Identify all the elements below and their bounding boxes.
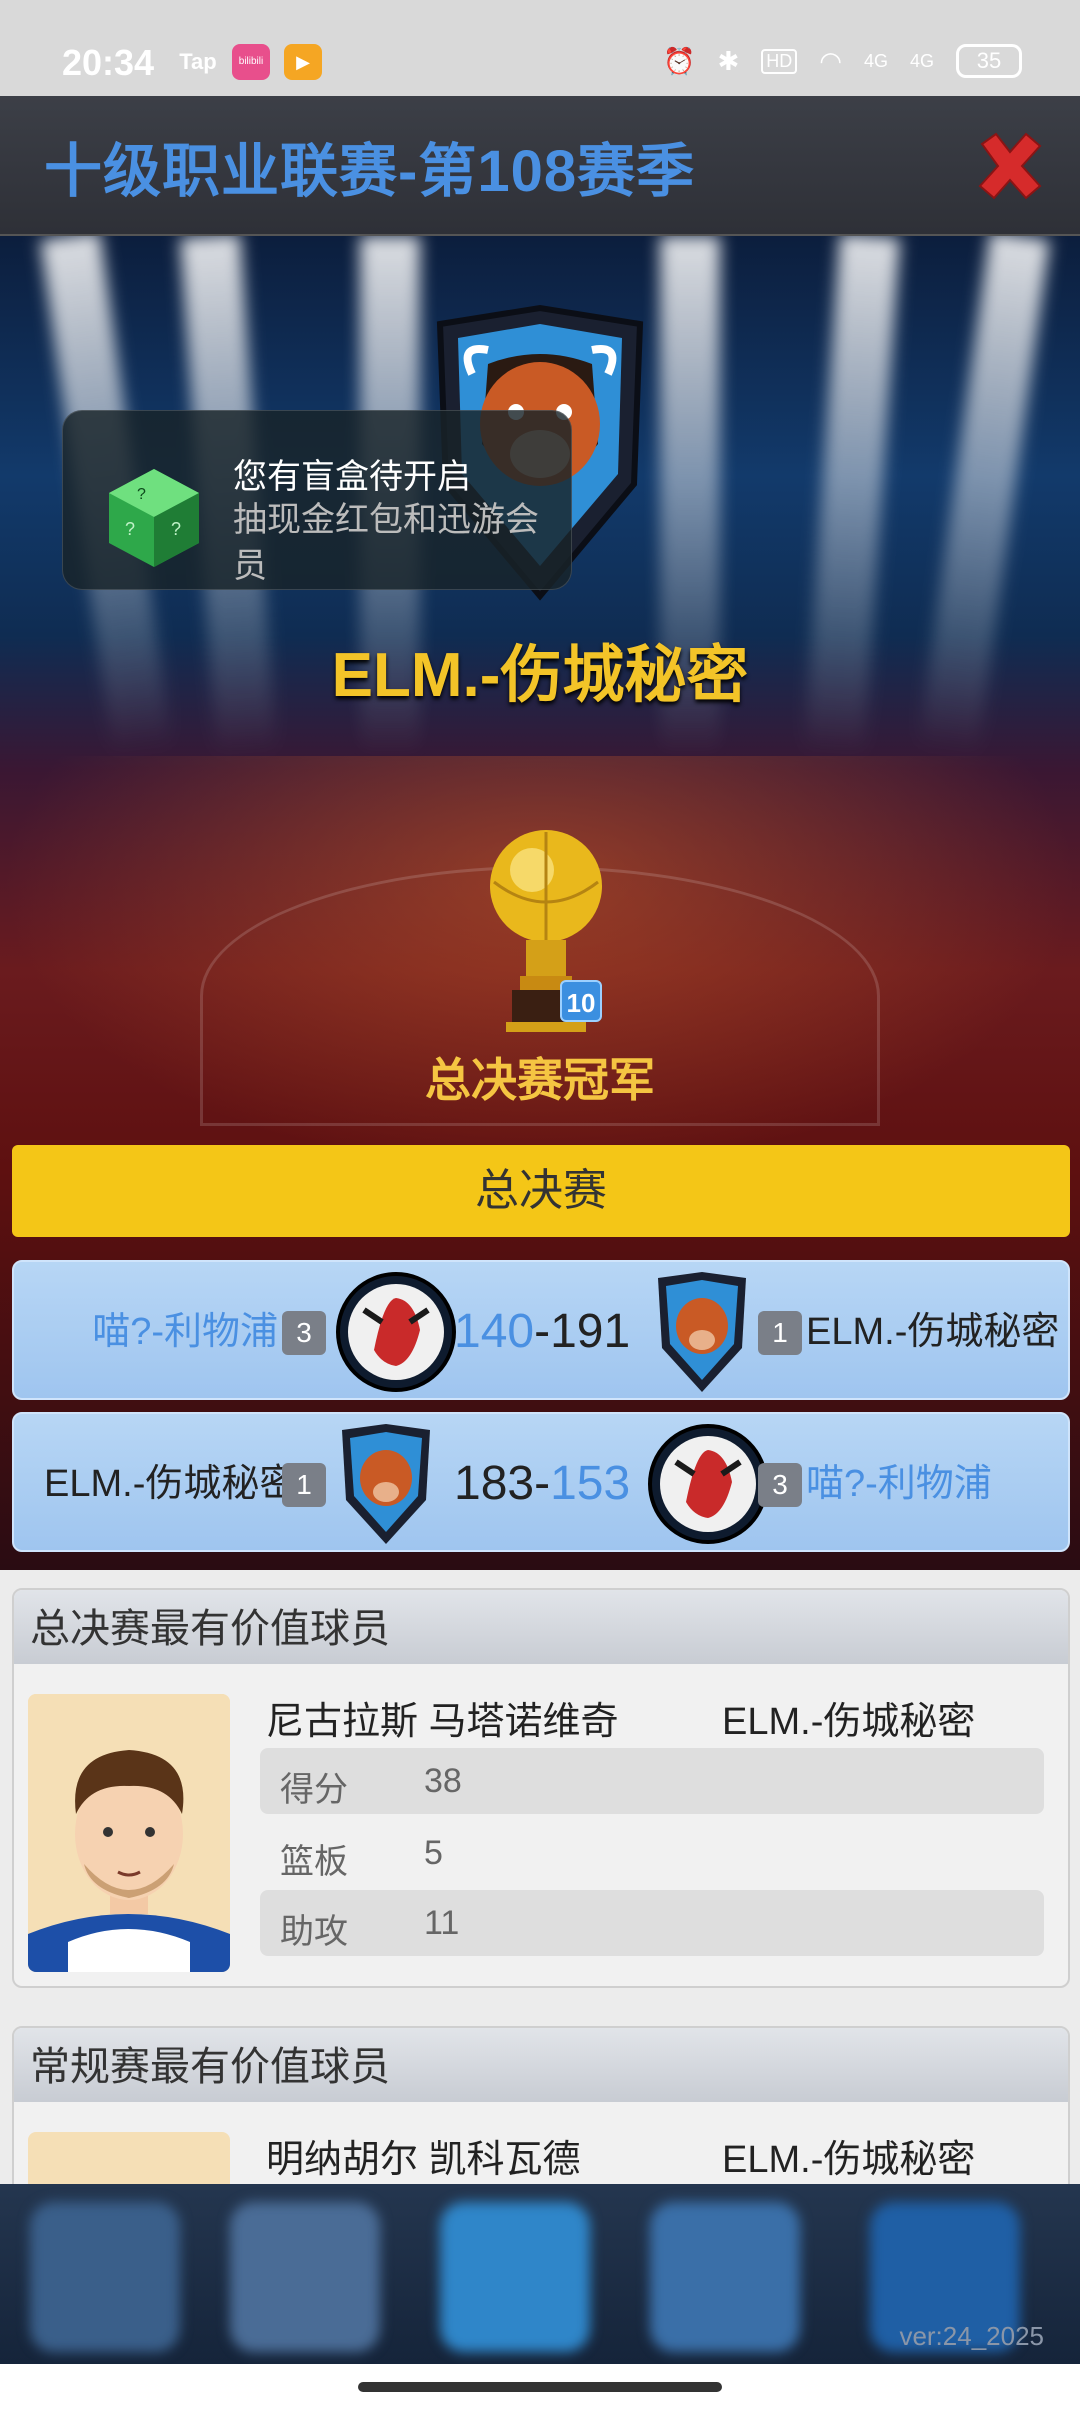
score-separator: - <box>534 1457 551 1510</box>
nav-chat-icon[interactable] <box>650 2202 800 2352</box>
left-score: 183 <box>454 1457 535 1510</box>
nav-star-icon[interactable] <box>30 2202 180 2352</box>
bluetooth-icon: ✱ <box>717 45 740 76</box>
page-title: 十级职业联赛-第108赛季 <box>44 139 696 204</box>
svg-text:?: ? <box>171 519 181 539</box>
signal-icon: 4G <box>863 50 888 71</box>
right-seed-badge: 1 <box>758 1311 802 1355</box>
bison-team-logo <box>658 1272 746 1392</box>
liverpool-team-logo <box>336 1272 456 1392</box>
close-icon[interactable] <box>970 126 1050 206</box>
cube-icon: ? ? ? <box>109 469 199 567</box>
regular-mvp-heading: 常规赛最有价值球员 <box>14 2028 1068 2102</box>
status-icons: ⏰ ✱ HD ◠ 4G 4G 35 <box>663 44 1022 78</box>
header: 十级职业联赛-第108赛季 <box>0 96 1080 236</box>
champion-label: 总决赛冠军 <box>425 1054 655 1106</box>
liverpool-team-logo <box>648 1424 768 1544</box>
left-team-name: ELM.-伤城秘密 <box>44 1463 298 1505</box>
svg-text:?: ? <box>125 519 135 539</box>
left-team-name: 喵?-利物浦 <box>92 1311 278 1353</box>
stat-label: 助攻 <box>280 1913 348 1951</box>
player-name: 尼古拉斯 马塔诺维奇 <box>266 1701 619 1743</box>
right-team-name: 喵?-利物浦 <box>806 1463 992 1505</box>
mvp-section: 总决赛最有价值球员 尼古拉斯 马塔诺维奇 ELM.-伤城秘密 得分 38 篮板 … <box>0 1570 1080 2190</box>
player-name: 明纳胡尔 凯科瓦德 <box>266 2139 581 2181</box>
video-app-icon: ▶ <box>284 44 322 80</box>
bottom-navigation: ver:24_2025 <box>0 2184 1080 2364</box>
right-score: 153 <box>550 1457 631 1510</box>
home-indicator[interactable] <box>358 2382 722 2392</box>
left-seed-badge: 1 <box>282 1463 326 1507</box>
trophy-count-badge: 10 <box>560 980 602 1022</box>
battery-icon: 35 <box>956 44 1022 78</box>
champion-team-name: ELM.-伤城秘密 <box>331 641 749 710</box>
finals-tab[interactable]: 总决赛 <box>12 1145 1070 1237</box>
regular-mvp-card[interactable]: 常规赛最有价值球员 明纳胡尔 凯科瓦德 ELM.-伤城秘密 <box>12 2026 1070 2190</box>
finals-mvp-heading: 总决赛最有价值球员 <box>14 1590 1068 1664</box>
bison-team-logo <box>342 1424 430 1544</box>
nav-team-icon[interactable] <box>440 2202 590 2352</box>
hd-icon: HD <box>761 48 798 74</box>
finals-match-row[interactable]: 喵?-利物浦 3 140-191 1 ELM.-伤城秘密 <box>12 1260 1070 1400</box>
player-avatar <box>28 1694 230 1972</box>
wifi-icon: ◠ <box>819 45 842 76</box>
stat-row-points: 得分 38 <box>260 1748 1044 1814</box>
finals-mvp-card[interactable]: 总决赛最有价值球员 尼古拉斯 马塔诺维奇 ELM.-伤城秘密 得分 38 篮板 … <box>12 1588 1070 1988</box>
finals-match-row[interactable]: ELM.-伤城秘密 1 183-153 3 喵?-利物浦 <box>12 1412 1070 1552</box>
left-seed-badge: 3 <box>282 1311 326 1355</box>
status-time: 20:34 <box>62 42 155 83</box>
popup-subtitle: 抽现金红包和迅游会员 <box>233 501 539 585</box>
stat-value: 11 <box>424 1904 460 1942</box>
signal-icon-2: 4G <box>909 50 934 71</box>
player-avatar <box>28 2132 230 2190</box>
status-bar: 20:34 Tap bilibili ▶ ⏰ ✱ HD ◠ 4G 4G 35 <box>0 0 1080 96</box>
stat-label: 得分 <box>280 1771 348 1809</box>
player-portrait-icon <box>28 1694 230 1972</box>
match-score: 183-153 <box>454 1414 630 1554</box>
tap-app-icon: Tap <box>179 49 217 74</box>
version-label: ver:24_2025 <box>899 2321 1044 2351</box>
gesture-area <box>0 2364 1080 2414</box>
score-separator: - <box>534 1305 551 1358</box>
nav-money-icon[interactable] <box>230 2202 380 2352</box>
stat-label: 篮板 <box>280 1843 348 1881</box>
bilibili-app-icon: bilibili <box>232 44 270 80</box>
stat-value: 5 <box>424 1834 443 1872</box>
right-score: 191 <box>550 1305 631 1358</box>
alarm-icon: ⏰ <box>663 45 696 76</box>
left-score: 140 <box>454 1305 535 1358</box>
stat-value: 38 <box>424 1762 462 1800</box>
blind-box-notification[interactable]: ? ? ? 您有盲盒待开启 抽现金红包和迅游会员 <box>62 410 572 590</box>
stat-row-assists: 助攻 11 <box>260 1890 1044 1956</box>
player-team: ELM.-伤城秘密 <box>722 2139 976 2181</box>
stat-row-rebounds: 篮板 5 <box>260 1820 1044 1886</box>
right-seed-badge: 3 <box>758 1463 802 1507</box>
svg-text:?: ? <box>137 486 146 503</box>
popup-title: 您有盲盒待开启 <box>233 458 471 496</box>
player-team: ELM.-伤城秘密 <box>722 1701 976 1743</box>
match-score: 140-191 <box>454 1262 630 1402</box>
right-team-name: ELM.-伤城秘密 <box>806 1311 1060 1353</box>
